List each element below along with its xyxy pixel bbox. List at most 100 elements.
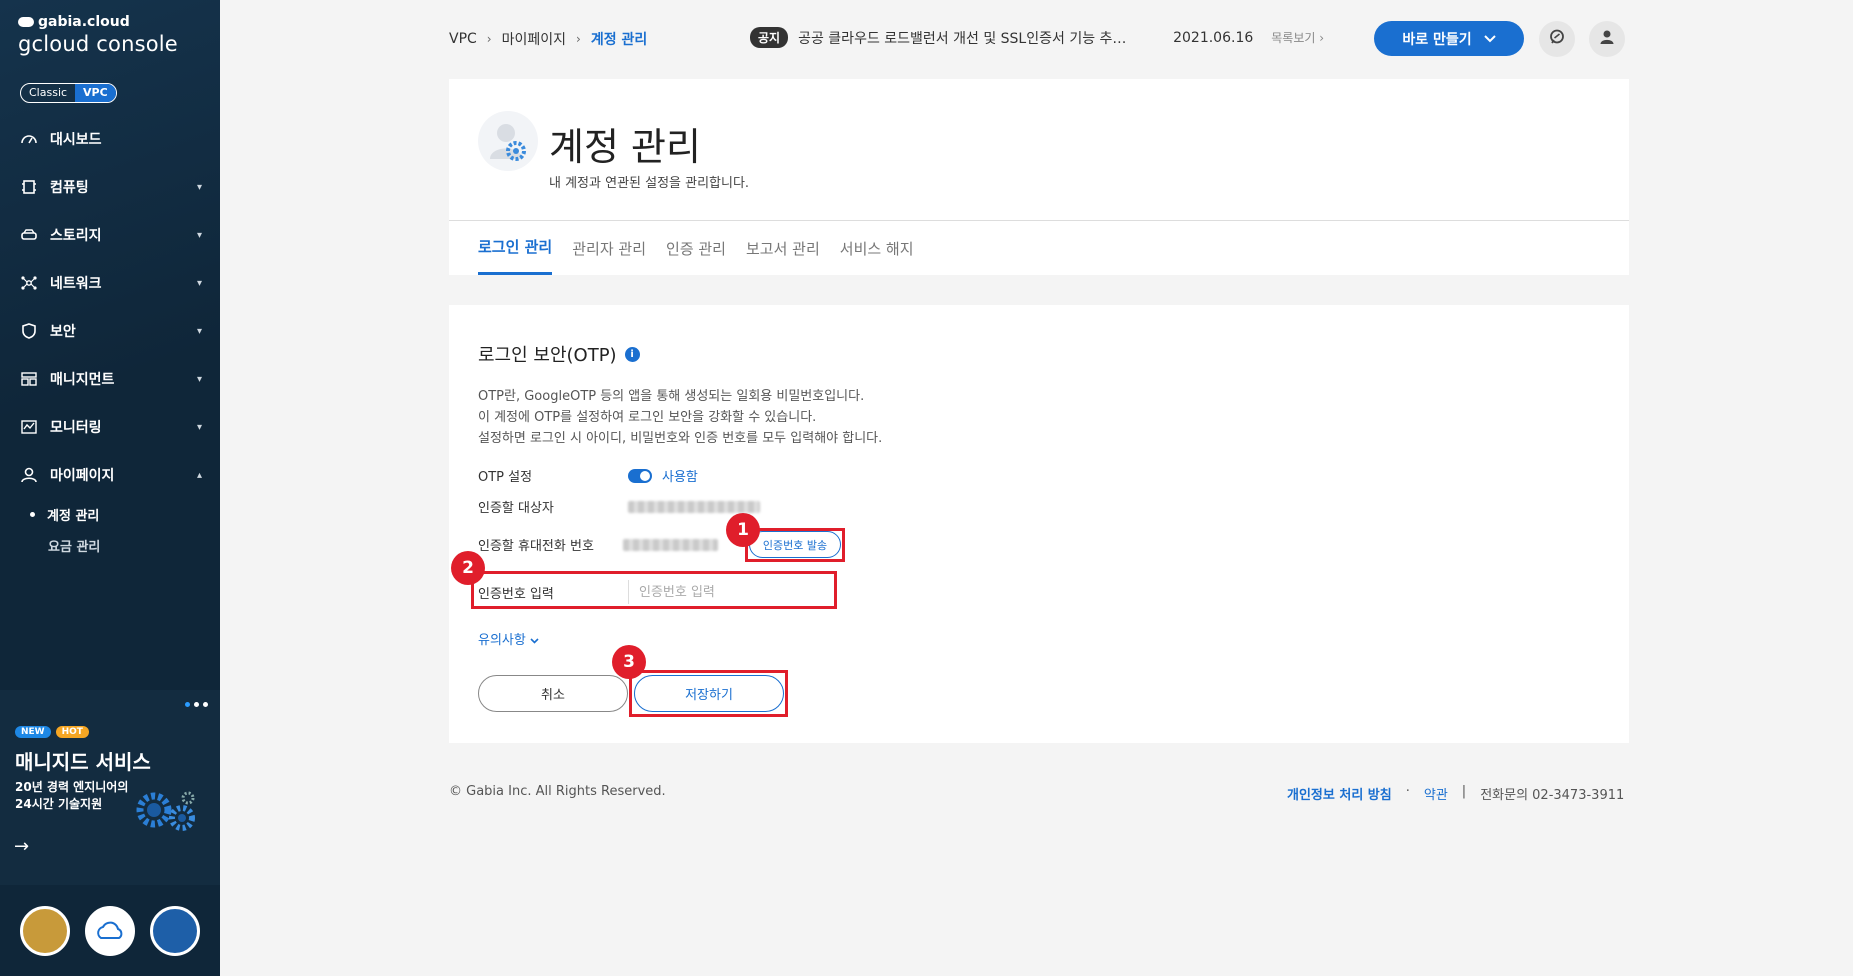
breadcrumb-mypage[interactable]: 마이페이지	[502, 29, 566, 49]
tab-report[interactable]: 보고서 관리	[746, 221, 820, 275]
desc-line: 설정하면 로그인 시 아이디, 비밀번호와 인증 번호를 모두 입력해야 합니다…	[478, 431, 883, 446]
dashboard-icon	[20, 130, 38, 148]
gears-icon	[134, 790, 198, 838]
subnav-item-account[interactable]: 계정 관리	[30, 499, 220, 530]
cert-gold-icon	[20, 905, 70, 956]
promo-banner[interactable]: NEW HOT 매니지드 서비스 20년 경력 엔지니어의 24시간 기술지원 →	[0, 690, 220, 885]
blurred-phone-value	[623, 538, 718, 551]
footer-links: 개인정보 처리 방침 · 약관 | 전화문의 02-3473-3911	[1287, 784, 1624, 803]
tab-login[interactable]: 로그인 관리	[478, 221, 553, 275]
cancel-button[interactable]: 취소	[478, 675, 628, 712]
chevron-down-icon: ▾	[196, 181, 202, 193]
sidebar-item-security[interactable]: 보안 ▾	[0, 307, 220, 355]
caution-label: 유의사항	[478, 633, 526, 648]
target-label: 인증할 대상자	[478, 501, 554, 516]
profile-button[interactable]	[1589, 21, 1625, 57]
chevron-down-icon	[530, 633, 539, 648]
promo-badges: NEW HOT	[15, 726, 89, 738]
carousel-dot[interactable]	[203, 702, 208, 707]
otp-setting-row: OTP 설정 사용함	[478, 466, 698, 485]
desc-line: 이 계정에 OTP를 설정하여 로그인 보안을 강화할 수 있습니다.	[478, 410, 817, 425]
section-title-text: 로그인 보안(OTP)	[478, 345, 617, 366]
notice-tag: 공지	[750, 27, 789, 48]
phone-contact: 전화문의 02-3473-3911	[1480, 788, 1625, 803]
phone-row: 인증할 휴대전화 번호	[478, 535, 718, 554]
sidebar-item-mypage[interactable]: 마이페이지 ▴	[0, 451, 220, 499]
sidebar-item-label: 네트워크	[50, 276, 102, 292]
carousel-dot[interactable]	[194, 702, 199, 707]
sidebar-item-computing[interactable]: 컴퓨팅 ▾	[0, 163, 220, 211]
blurred-target-value	[628, 500, 760, 513]
otp-description: OTP란, GoogleOTP 등의 앱을 통해 생성되는 일회용 비밀번호입니…	[478, 386, 882, 449]
chevron-up-icon: ▴	[196, 469, 202, 481]
step-number-2: 2	[451, 551, 485, 585]
env-classic[interactable]: Classic	[21, 84, 75, 102]
notice-date: 2021.06.16	[1173, 29, 1254, 46]
quick-create-label: 바로 만들기	[1402, 31, 1472, 48]
caution-toggle[interactable]: 유의사항	[478, 629, 539, 648]
tab-admin[interactable]: 관리자 관리	[572, 221, 646, 275]
sidebar-item-label: 모니터링	[50, 420, 102, 436]
info-icon[interactable]: i	[624, 346, 640, 362]
carousel-dot[interactable]	[185, 702, 190, 707]
chat-button[interactable]	[1539, 21, 1575, 57]
tab-bar: 로그인 관리 관리자 관리 인증 관리 보고서 관리 서비스 해지	[478, 221, 914, 275]
chevron-down-icon	[1483, 31, 1496, 47]
shield-icon	[20, 322, 38, 340]
arrow-right-icon[interactable]: →	[14, 836, 29, 857]
chevron-down-icon: ▾	[196, 277, 202, 289]
active-dot-icon	[30, 512, 35, 517]
storage-icon	[20, 226, 38, 244]
notice-text[interactable]: 공공 클라우드 로드밸런서 개선 및 SSL인증서 기능 추…	[798, 28, 1143, 48]
sidebar-item-management[interactable]: 매니지먼트 ▾	[0, 355, 220, 403]
env-toggle[interactable]: Classic VPC	[20, 83, 117, 103]
sidebar-item-storage[interactable]: 스토리지 ▾	[0, 211, 220, 259]
otp-toggle-label: 사용함	[662, 470, 698, 485]
otp-toggle[interactable]	[628, 468, 652, 483]
breadcrumb-vpc[interactable]: VPC	[449, 31, 477, 47]
user-icon	[20, 466, 38, 484]
notice-more-link[interactable]: 목록보기 ›	[1271, 29, 1324, 46]
csap-cert-icon	[150, 905, 200, 956]
subnav-label: 요금 관리	[48, 540, 101, 555]
tab-auth[interactable]: 인증 관리	[666, 221, 726, 275]
user-icon	[1598, 28, 1616, 50]
hot-badge: HOT	[55, 726, 89, 738]
privacy-link[interactable]: 개인정보 처리 방침	[1287, 784, 1392, 803]
page-subtitle: 내 계정과 연관된 설정을 관리합니다.	[549, 176, 750, 191]
notice-more-label: 목록보기	[1271, 31, 1316, 45]
tab-cancel-service[interactable]: 서비스 해지	[840, 221, 914, 275]
chevron-down-icon: ▾	[196, 325, 202, 337]
terms-link[interactable]: 약관	[1424, 784, 1448, 803]
chevron-down-icon: ▾	[196, 421, 202, 433]
notice-bar[interactable]: 공지 공공 클라우드 로드밸런서 개선 및 SSL인증서 기능 추… 2021.…	[750, 27, 1324, 48]
sidebar-item-network[interactable]: 네트워크 ▾	[0, 259, 220, 307]
otp-card: 로그인 보안(OTP) i OTP란, GoogleOTP 등의 앱을 통해 생…	[449, 305, 1629, 743]
carousel-dots[interactable]	[185, 702, 208, 707]
logo[interactable]: gabia.cloud gcloud console	[18, 14, 178, 56]
promo-title: 매니지드 서비스	[15, 750, 151, 774]
footer-pipe: |	[1461, 784, 1467, 799]
highlight-box-send	[745, 528, 845, 562]
desc-line: OTP란, GoogleOTP 등의 앱을 통해 생성되는 일회용 비밀번호입니…	[478, 389, 865, 404]
mypage-subnav: 계정 관리 요금 관리	[0, 499, 220, 561]
logo-main-text: gcloud console	[18, 32, 178, 56]
chevron-down-icon: ▾	[196, 373, 202, 385]
sidebar-item-monitoring[interactable]: 모니터링 ▾	[0, 403, 220, 451]
sidebar-item-label: 대시보드	[50, 132, 102, 148]
cert-badges	[0, 885, 220, 976]
chip-icon	[20, 178, 38, 196]
logo-small-text: gabia.cloud	[38, 14, 130, 30]
breadcrumb-current: 계정 관리	[590, 32, 648, 48]
promo-desc: 20년 경력 엔지니어의 24시간 기술지원	[15, 779, 128, 813]
sidebar-item-label: 컴퓨팅	[50, 180, 89, 196]
network-icon	[20, 274, 38, 292]
env-vpc[interactable]: VPC	[75, 84, 116, 102]
chevron-down-icon: ▾	[196, 229, 202, 241]
subnav-label: 계정 관리	[47, 509, 100, 524]
quick-create-button[interactable]: 바로 만들기	[1374, 21, 1524, 56]
sidebar-item-label: 보안	[50, 324, 76, 340]
sidebar-item-dashboard[interactable]: 대시보드	[0, 115, 220, 163]
subnav-item-billing[interactable]: 요금 관리	[30, 530, 220, 561]
sidebar: gabia.cloud gcloud console Classic VPC 대…	[0, 0, 220, 976]
